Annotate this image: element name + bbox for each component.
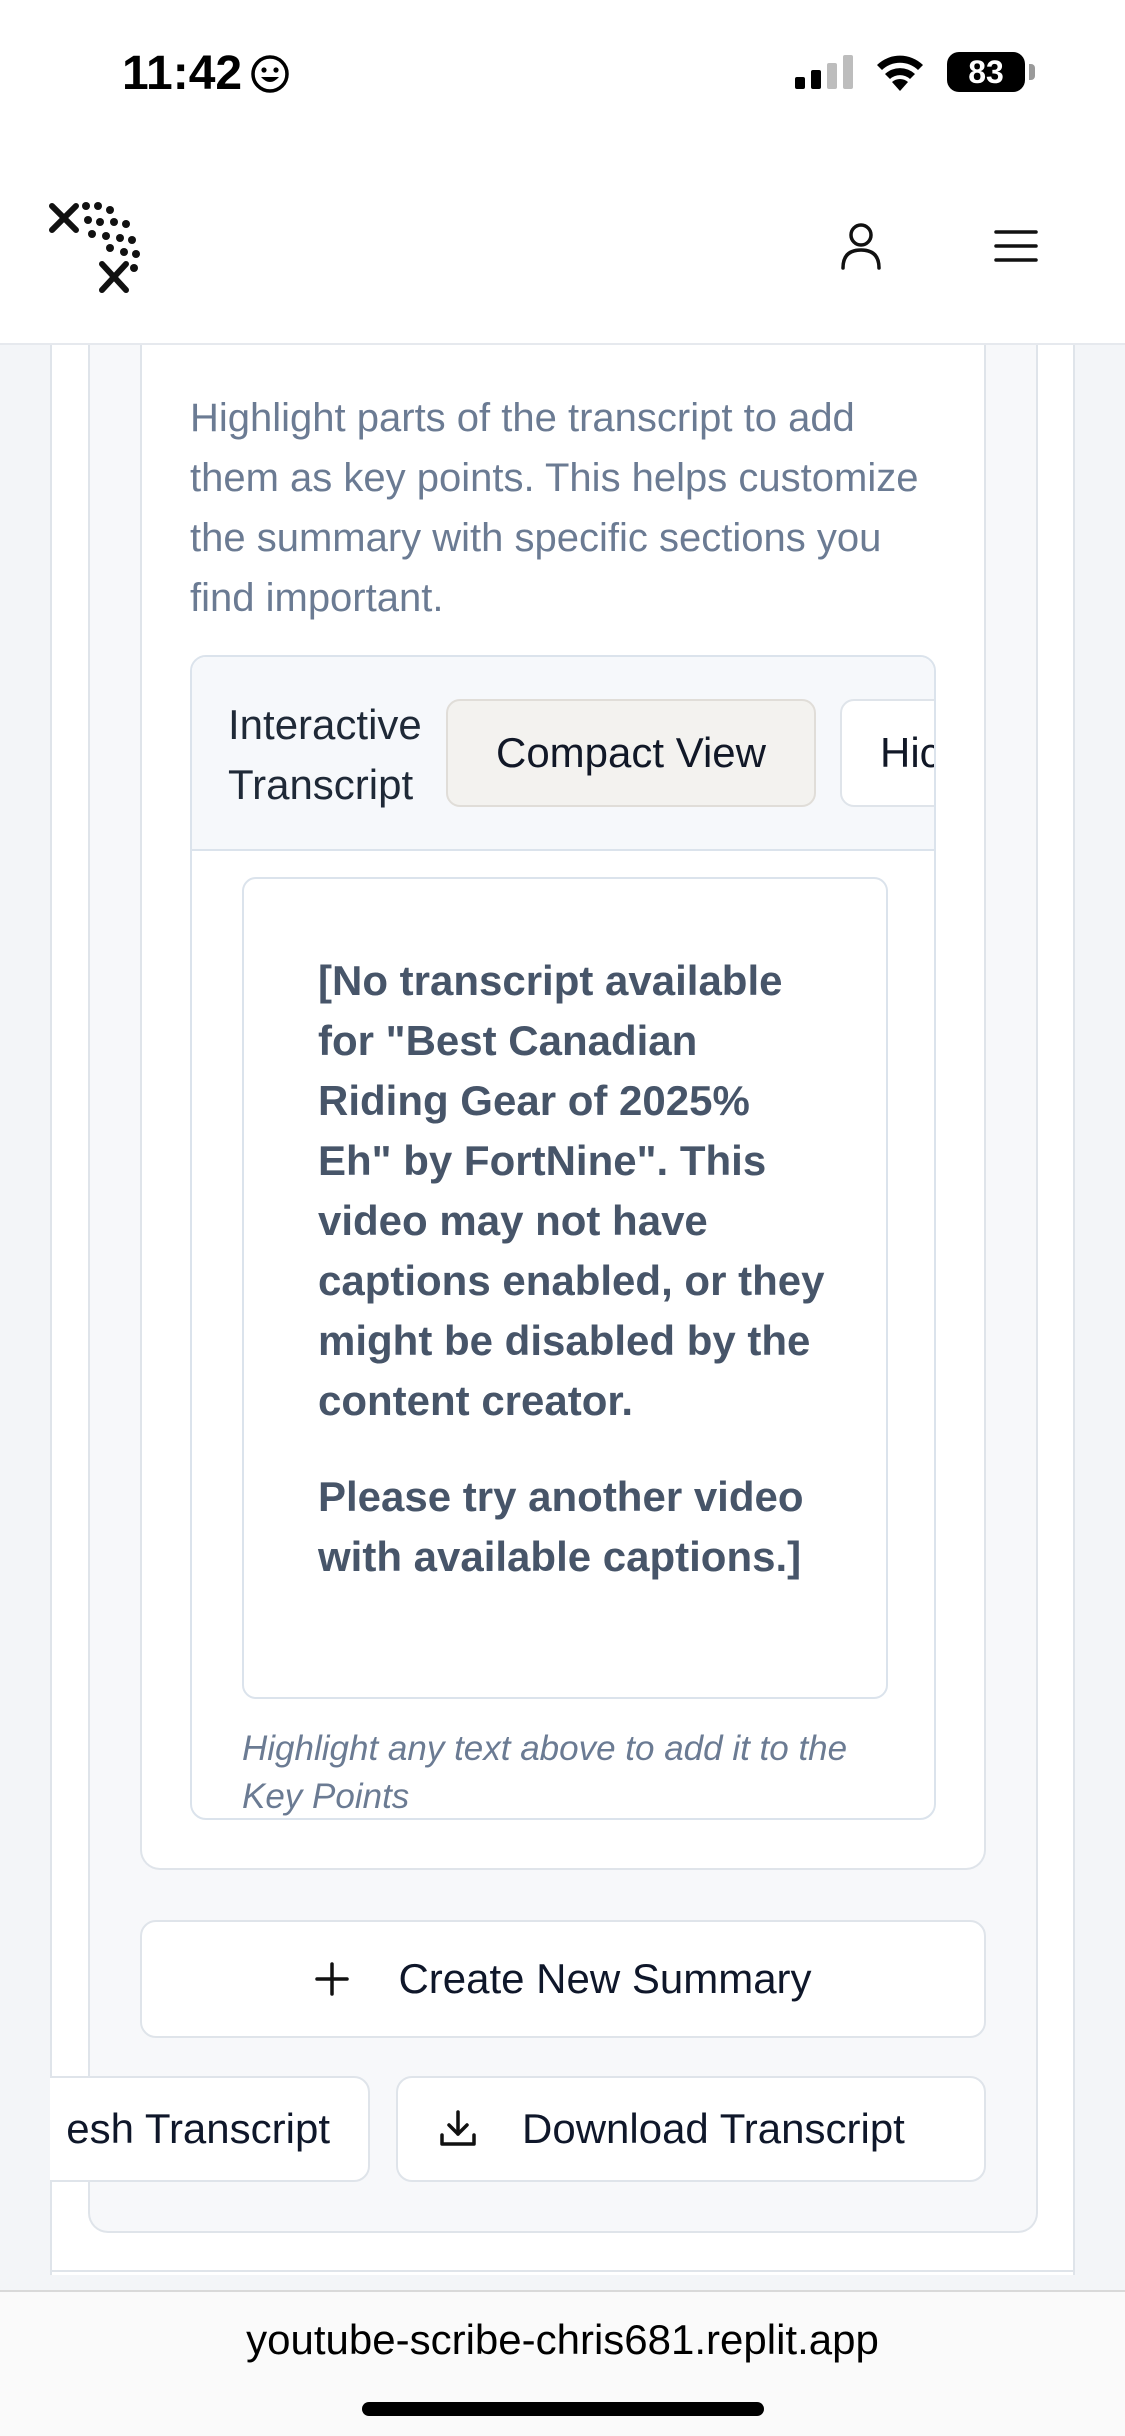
compact-view-button[interactable]: Compact View xyxy=(446,699,816,807)
download-transcript-label: Download Transcript xyxy=(522,2105,905,2152)
viewport-edge xyxy=(0,2060,50,2200)
status-bar: 11:42 83 xyxy=(0,0,1125,150)
hide-transcript-button[interactable]: Hic xyxy=(840,699,934,807)
plus-icon xyxy=(315,1962,350,1996)
status-time: 11:42 xyxy=(122,47,243,100)
status-time-group: 11:42 xyxy=(122,46,290,101)
browser-address-bar[interactable]: youtube-scribe-chris681.replit.app xyxy=(0,2290,1125,2436)
create-new-summary-button[interactable]: Create New Summary xyxy=(140,1920,986,2038)
url-text[interactable]: youtube-scribe-chris681.replit.app xyxy=(0,2316,1125,2364)
cellular-signal-icon xyxy=(795,55,853,89)
status-indicators: 83 xyxy=(795,52,1035,92)
hamburger-menu-icon[interactable] xyxy=(990,220,1042,272)
dotted-x-logo-icon[interactable] xyxy=(48,200,146,298)
interactive-transcript-panel: Interactive Transcript Compact View Hic … xyxy=(190,655,936,1820)
transcript-paragraph: Please try another video with available … xyxy=(318,1473,804,1580)
transcript-text-area[interactable]: [No transcript available for "Best Canad… xyxy=(242,877,888,1699)
download-icon xyxy=(440,2110,476,2146)
home-indicator[interactable] xyxy=(362,2402,764,2416)
transcript-paragraph: [No transcript available for "Best Canad… xyxy=(318,957,825,1424)
battery-indicator: 83 xyxy=(947,52,1035,92)
smiley-icon xyxy=(251,54,289,93)
download-transcript-button[interactable]: Download Transcript xyxy=(396,2076,986,2182)
highlight-hint: Highlight any text above to add it to th… xyxy=(242,1729,848,1816)
user-icon[interactable] xyxy=(835,220,887,272)
panel-title: Interactive Transcript xyxy=(228,701,422,808)
transcript-panel-header: Interactive Transcript Compact View Hic xyxy=(192,657,934,851)
instructions-text: Highlight parts of the transcript to add… xyxy=(190,396,919,620)
page: 11:42 83 Highlight parts of the transcri… xyxy=(0,0,1125,2436)
wifi-icon xyxy=(877,55,923,91)
refresh-transcript-label: esh Transcript xyxy=(66,2105,330,2152)
battery-level: 83 xyxy=(968,53,1004,90)
divider xyxy=(50,2270,1075,2272)
app-header xyxy=(0,150,1125,345)
create-summary-label: Create New Summary xyxy=(398,1955,812,2002)
refresh-transcript-button[interactable]: esh Transcript xyxy=(0,2076,370,2182)
